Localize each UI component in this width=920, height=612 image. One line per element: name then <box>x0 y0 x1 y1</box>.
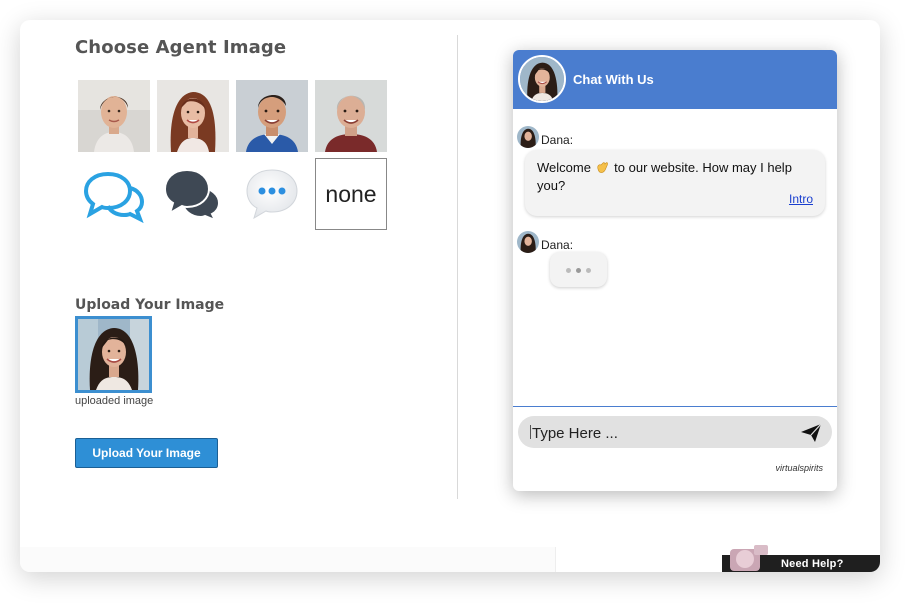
need-help-label: Need Help? <box>781 558 844 570</box>
agent-photo-4 <box>315 80 387 152</box>
brand-label: virtualspirits <box>775 463 823 473</box>
agent-photo-3 <box>236 80 308 152</box>
upload-your-image-button[interactable]: Upload Your Image <box>75 438 218 468</box>
uploaded-photo <box>78 319 149 390</box>
agent-option-photo-4[interactable] <box>315 80 387 152</box>
message-avatar <box>517 231 539 253</box>
agent-image-grid: none <box>78 80 387 230</box>
agent-option-icon-3[interactable] <box>236 158 308 230</box>
bottom-strip <box>20 547 556 572</box>
chat-header: Chat With Us <box>513 50 837 109</box>
chat-title: Chat With Us <box>573 72 654 87</box>
uploaded-image-caption: uploaded image <box>75 395 154 407</box>
agent-photo-1 <box>78 80 150 152</box>
agent-option-icon-1[interactable] <box>78 158 150 230</box>
message-sender: Dana: <box>541 238 574 252</box>
message-avatar <box>517 126 539 148</box>
waving-hand-icon <box>595 160 611 174</box>
settings-card: Choose Agent Image none Upload Your Imag… <box>20 20 880 572</box>
agent-option-photo-3[interactable] <box>236 80 308 152</box>
agent-option-icon-2[interactable] <box>157 158 229 230</box>
typing-dot <box>566 268 571 273</box>
message-text-start: Welcome <box>537 160 595 175</box>
chat-header-avatar <box>518 55 566 103</box>
need-help-tab[interactable]: Need Help? <box>722 545 880 572</box>
chat-widget: Chat With Us Dana: Welcome to our websit… <box>513 50 837 491</box>
agent-option-photo-1[interactable] <box>78 80 150 152</box>
need-help-agent-icon <box>730 545 768 571</box>
message-sender: Dana: <box>541 133 574 147</box>
upload-your-image-title: Upload Your Image <box>75 297 225 313</box>
agent-option-photo-2[interactable] <box>157 80 229 152</box>
send-icon[interactable] <box>800 423 822 443</box>
vertical-divider <box>457 35 458 499</box>
message-bubble: Welcome to our website. How may I help y… <box>525 150 825 216</box>
typing-dot <box>576 268 581 273</box>
chat-input-bar <box>518 416 832 448</box>
none-label: none <box>325 180 377 207</box>
chat-input-separator <box>513 406 837 407</box>
agent-photo-2 <box>157 80 229 152</box>
typing-bubble-icon <box>246 169 298 220</box>
chat-message-input[interactable] <box>530 422 784 444</box>
intro-link[interactable]: Intro <box>789 190 813 208</box>
agent-option-none[interactable]: none <box>315 158 387 230</box>
choose-agent-image-title: Choose Agent Image <box>75 37 287 58</box>
uploaded-image[interactable] <box>75 316 152 393</box>
chat-bubbles-outline-icon <box>83 171 145 224</box>
typing-indicator <box>550 252 607 287</box>
typing-dot <box>586 268 591 273</box>
chat-bubbles-filled-icon <box>163 168 221 222</box>
